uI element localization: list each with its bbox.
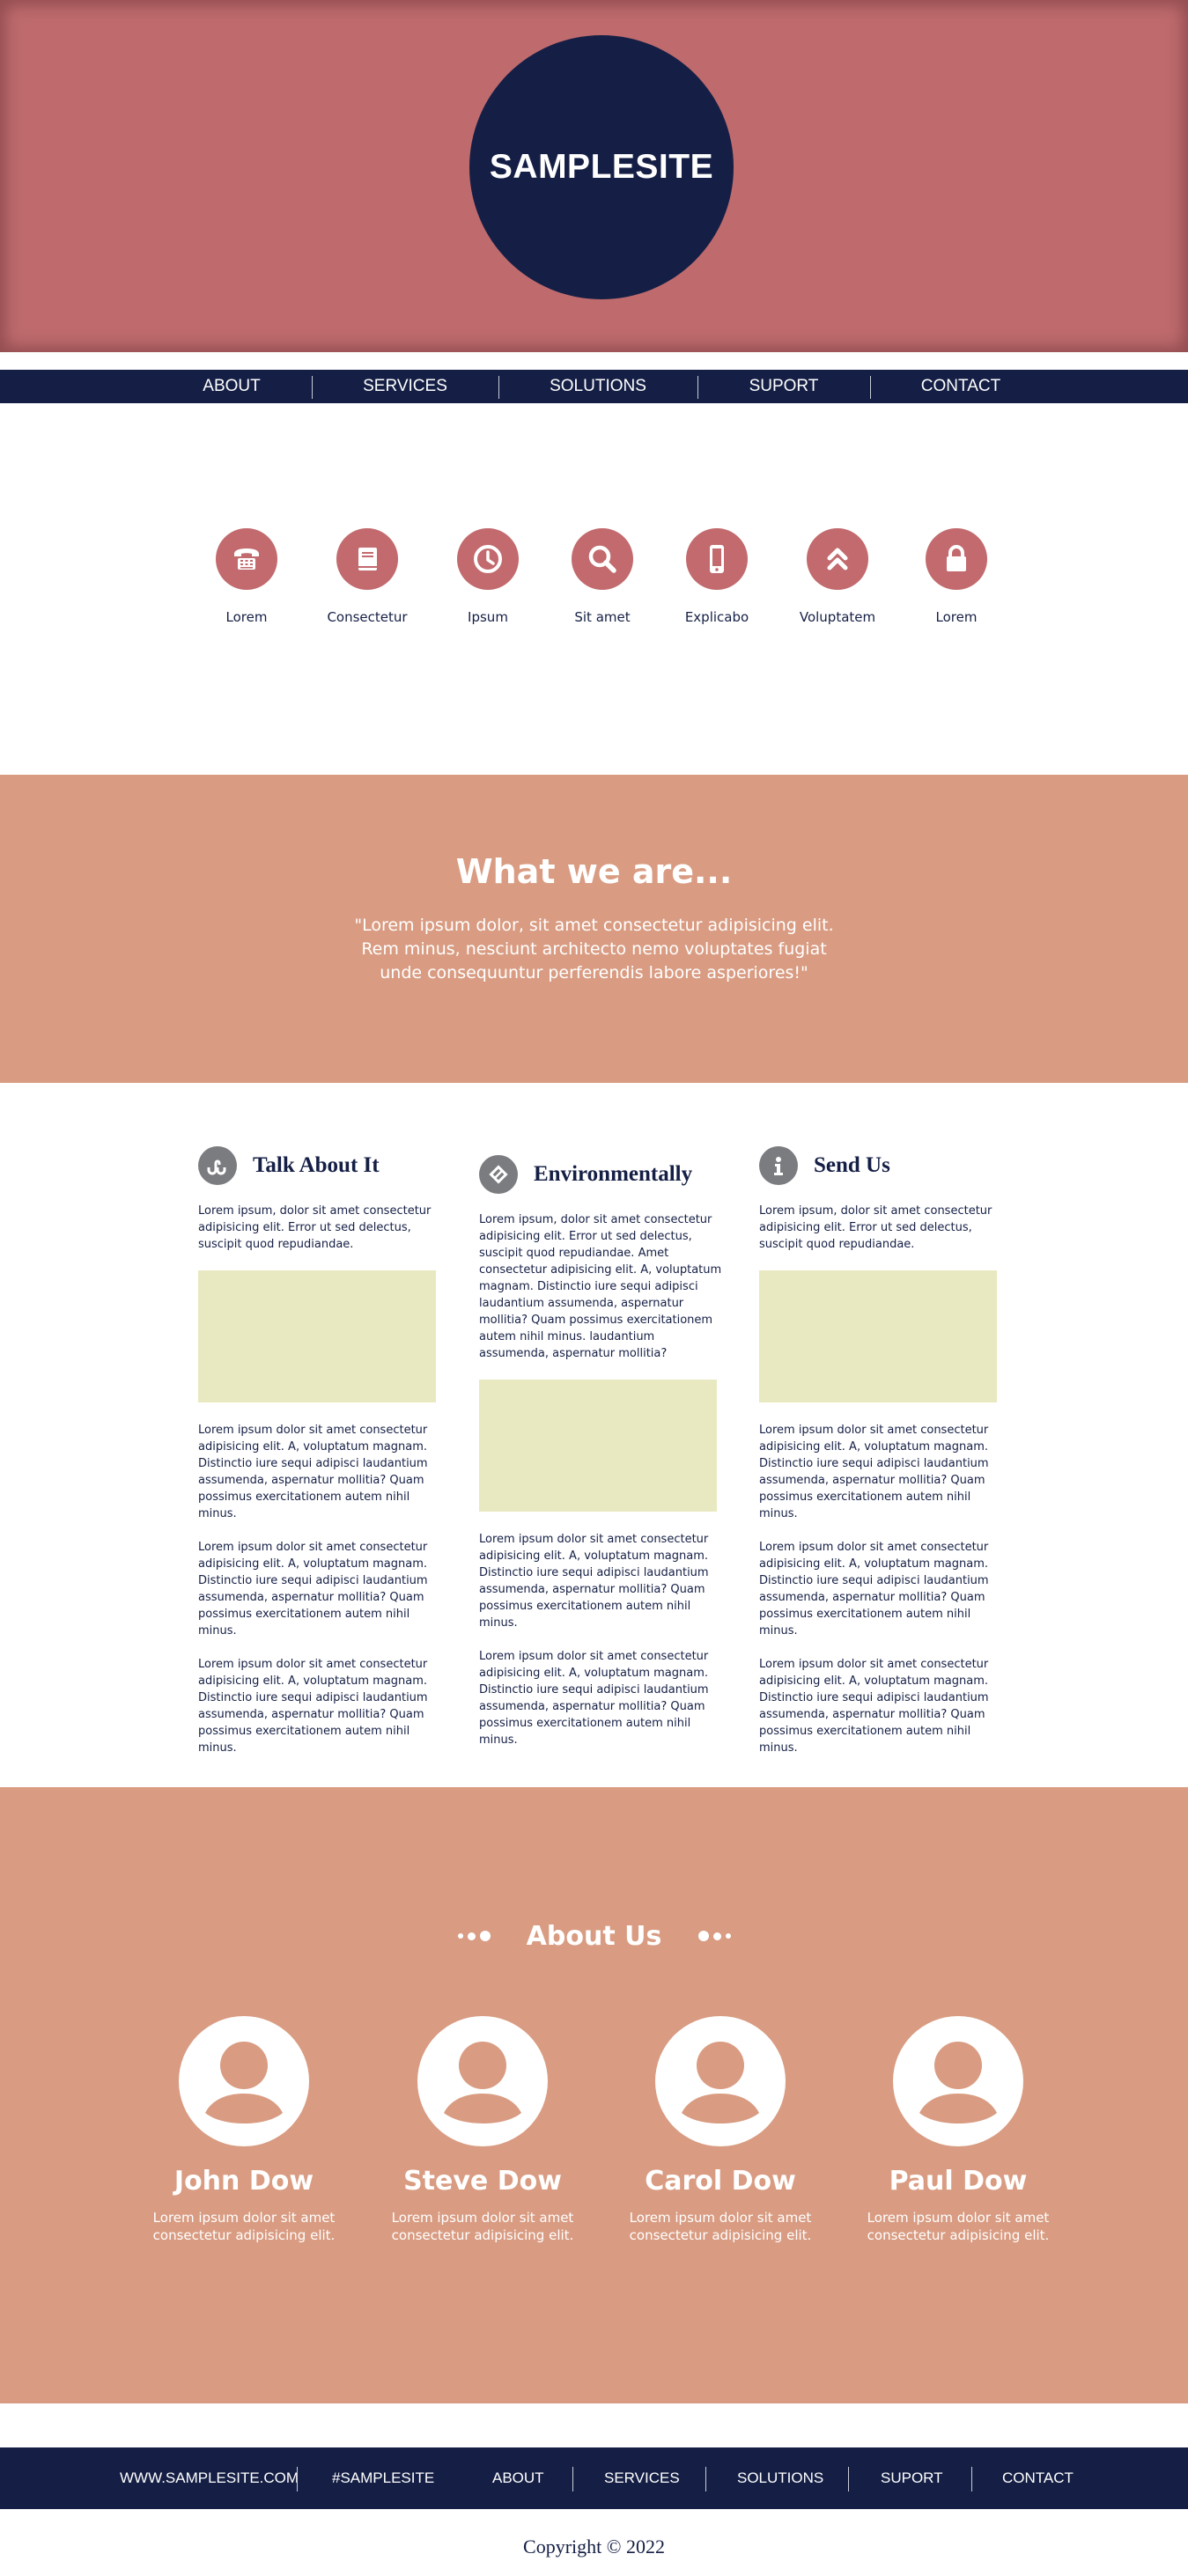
site-logo[interactable]: SAMPLESITE	[490, 148, 713, 187]
section-quote: "Lorem ipsum dolor, sit amet consectetur…	[354, 916, 834, 983]
column-intro: Lorem ipsum, dolor sit amet consectetur …	[198, 1204, 432, 1251]
team-member: Steve Dow Lorem ipsum dolor sit amet con…	[377, 2016, 588, 2244]
feature-label: Sit amet	[574, 609, 631, 625]
nav-services[interactable]: SERVICES	[352, 370, 458, 403]
stumbleupon-icon[interactable]	[198, 1146, 237, 1185]
nav-solutions[interactable]: SOLUTIONS	[541, 370, 655, 403]
content-column: Environmentally Lorem ipsum, dolor sit a…	[479, 1153, 726, 1748]
image-placeholder	[759, 1270, 997, 1402]
column-paragraph: Lorem ipsum dolor sit amet consectetur a…	[198, 1424, 428, 1520]
column-header: Talk About It	[198, 1144, 445, 1187]
features-row: Lorem Consectetur Ipsum Sit amet Explica…	[0, 528, 1188, 651]
nav-divider	[312, 376, 313, 399]
column-title: Talk About It	[253, 1153, 380, 1177]
column-paragraph: Lorem ipsum dolor sit amet consectetur a…	[198, 1658, 428, 1755]
nav-suport[interactable]: SUPORT	[740, 370, 828, 403]
column-intro: Lorem ipsum, dolor sit amet consectetur …	[479, 1213, 722, 1360]
footer-divider	[848, 2467, 849, 2491]
footer-nav-suport[interactable]: SUPORT	[881, 2447, 943, 2509]
avatar-icon	[655, 2016, 786, 2146]
footer-site-link[interactable]: WWW.SAMPLESITE.COM	[120, 2447, 299, 2509]
footer-nav-solutions[interactable]: SOLUTIONS	[737, 2447, 823, 2509]
feature-item[interactable]: Ipsum	[422, 528, 554, 625]
hero-header: SAMPLESITE	[0, 0, 1188, 352]
footer-nav: WWW.SAMPLESITE.COM #SAMPLESITE ABOUT SER…	[0, 2447, 1188, 2509]
feature-item[interactable]: Lorem	[181, 528, 313, 625]
column-header: Send Us	[759, 1144, 1006, 1187]
footer-divider	[971, 2467, 972, 2491]
what-we-are-section: What we are... "Lorem ipsum dolor, sit a…	[0, 775, 1188, 1083]
footer-hashtag-link[interactable]: #SAMPLESITE	[332, 2447, 434, 2509]
image-placeholder	[479, 1380, 717, 1512]
avatar-icon	[417, 2016, 548, 2146]
column-paragraph: Lorem ipsum dolor sit amet consectetur a…	[479, 1650, 709, 1747]
column-title: Send Us	[814, 1153, 890, 1177]
column-title: Environmentally	[534, 1162, 693, 1186]
section-title: About Us	[526, 1921, 662, 1952]
content-column: Talk About It Lorem ipsum, dolor sit ame…	[198, 1144, 445, 1756]
footer-divider	[705, 2467, 706, 2491]
column-paragraph: Lorem ipsum dolor sit amet consectetur a…	[198, 1541, 428, 1638]
feature-label: Ipsum	[468, 609, 508, 625]
decorative-dots	[698, 1930, 731, 1942]
content-column: Send Us Lorem ipsum, dolor sit amet cons…	[759, 1144, 1006, 1756]
member-description: Lorem ipsum dolor sit amet consectetur a…	[152, 2210, 336, 2243]
member-name: John Dow	[173, 2166, 314, 2197]
section-title: What we are...	[455, 852, 733, 891]
nav-about[interactable]: ABOUT	[188, 370, 276, 403]
feature-label: Explicabo	[684, 609, 749, 625]
feature-item[interactable]: Voluptatem	[771, 528, 904, 625]
nav-divider	[870, 376, 871, 399]
member-name: Steve Dow	[403, 2166, 562, 2197]
clock-icon	[457, 528, 519, 590]
feature-item[interactable]: Consectetur	[301, 528, 433, 625]
feature-item[interactable]: Lorem	[890, 528, 1022, 625]
lock-icon	[926, 528, 987, 590]
phone-icon	[216, 528, 277, 590]
nav-divider	[498, 376, 499, 399]
feature-label: Voluptatem	[799, 609, 876, 625]
member-description: Lorem ipsum dolor sit amet consectetur a…	[629, 2210, 812, 2243]
member-description: Lorem ipsum dolor sit amet consectetur a…	[867, 2210, 1050, 2243]
team-member: Paul Dow Lorem ipsum dolor sit amet cons…	[852, 2016, 1064, 2244]
feature-label: Consectetur	[327, 609, 408, 625]
nav-divider	[697, 376, 698, 399]
about-us-section: About Us John Dow Lorem ipsum dolor sit …	[0, 1787, 1188, 2403]
mobile-icon	[686, 528, 748, 590]
column-paragraph: Lorem ipsum dolor sit amet consectetur a…	[479, 1533, 709, 1630]
footer-divider	[297, 2467, 298, 2491]
member-description: Lorem ipsum dolor sit amet consectetur a…	[391, 2210, 574, 2243]
diamond-link-icon[interactable]	[479, 1155, 518, 1194]
chevrons-up-icon	[807, 528, 868, 590]
team-member: John Dow Lorem ipsum dolor sit amet cons…	[138, 2016, 350, 2244]
book-icon	[336, 528, 398, 590]
column-paragraph: Lorem ipsum dolor sit amet consectetur a…	[759, 1658, 989, 1755]
copyright-text: Copyright © 2022	[523, 2536, 665, 2558]
feature-label: Lorem	[935, 609, 978, 625]
feature-item[interactable]: Explicabo	[651, 528, 783, 625]
nav-contact[interactable]: CONTACT	[912, 370, 1009, 403]
search-icon	[572, 528, 633, 590]
footer-divider	[572, 2467, 573, 2491]
image-placeholder	[198, 1270, 436, 1402]
column-header: Environmentally	[479, 1153, 726, 1196]
team-member: Carol Dow Lorem ipsum dolor sit amet con…	[615, 2016, 826, 2244]
info-icon[interactable]	[759, 1146, 798, 1185]
column-paragraph: Lorem ipsum dolor sit amet consectetur a…	[759, 1541, 989, 1638]
feature-label: Lorem	[225, 609, 268, 625]
member-name: Carol Dow	[645, 2166, 796, 2197]
avatar-icon	[893, 2016, 1023, 2146]
logo-badge[interactable]: SAMPLESITE	[469, 35, 734, 299]
footer-nav-about[interactable]: ABOUT	[492, 2447, 544, 2509]
column-intro: Lorem ipsum, dolor sit amet consectetur …	[759, 1204, 992, 1251]
member-name: Paul Dow	[889, 2166, 1028, 2197]
avatar-icon	[179, 2016, 309, 2146]
footer-nav-services[interactable]: SERVICES	[604, 2447, 680, 2509]
column-paragraph: Lorem ipsum dolor sit amet consectetur a…	[759, 1424, 989, 1520]
top-nav: ABOUT SERVICES SOLUTIONS SUPORT CONTACT	[0, 370, 1188, 403]
feature-item[interactable]: Sit amet	[536, 528, 668, 625]
footer-nav-contact[interactable]: CONTACT	[1002, 2447, 1074, 2509]
